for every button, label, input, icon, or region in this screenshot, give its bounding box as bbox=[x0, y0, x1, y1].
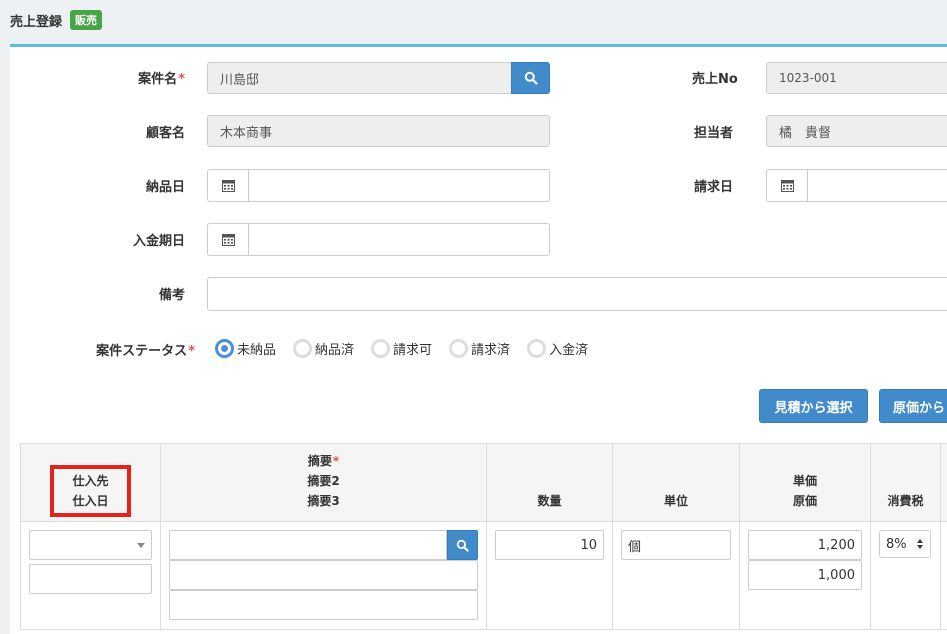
delivery-date-input[interactable] bbox=[248, 169, 550, 202]
radio-checked-icon bbox=[215, 339, 234, 358]
status-radio-delivered[interactable]: 納品済 bbox=[293, 339, 354, 358]
search-icon bbox=[456, 539, 469, 552]
billing-date-group bbox=[766, 169, 947, 202]
col-header-quantity: 数量 bbox=[486, 443, 613, 522]
radio-unchecked-icon bbox=[527, 339, 547, 358]
col-header-tax: 消費税 bbox=[870, 443, 941, 522]
status-radio-billable[interactable]: 請求可 bbox=[371, 339, 432, 358]
delivery-date-label: 納品日 bbox=[145, 180, 185, 195]
required-mark: * bbox=[332, 454, 340, 468]
sales-form-panel: 案件名* 川島邸 売上No 1023-001 顧客名 木本商事 担当者 橘 貴督… bbox=[10, 44, 947, 634]
header-purchase-date: 仕入日 bbox=[72, 494, 109, 508]
project-name-label: 案件名* bbox=[138, 72, 185, 87]
header-summary2: 摘要2 bbox=[307, 474, 340, 488]
chevron-down-icon bbox=[137, 542, 145, 548]
staff-label: 担当者 bbox=[694, 126, 734, 141]
col-header-summary: 摘要* 摘要2 摘要3 bbox=[160, 443, 487, 522]
sales-no-field: 1023-001 bbox=[766, 62, 947, 94]
customer-field[interactable]: 木本商事 bbox=[207, 115, 550, 147]
header-unit-price: 単価 bbox=[792, 474, 817, 488]
project-name-field[interactable]: 川島邸 bbox=[207, 62, 512, 94]
select-from-cost-button[interactable]: 原価から bbox=[879, 389, 947, 423]
payment-due-input[interactable] bbox=[248, 223, 550, 256]
price-cell: 1,200 1,000 bbox=[739, 521, 871, 630]
unit-input[interactable]: 個 bbox=[621, 530, 731, 560]
summary-search-button[interactable] bbox=[447, 530, 478, 560]
cost-price-input[interactable]: 1,000 bbox=[748, 560, 862, 590]
project-search-button[interactable] bbox=[511, 62, 550, 94]
col-header-price: 単価 原価 bbox=[739, 443, 871, 522]
status-radio-billed[interactable]: 請求済 bbox=[449, 339, 510, 358]
supplier-cell bbox=[20, 521, 161, 630]
search-icon bbox=[524, 71, 538, 85]
payment-due-label: 入金期日 bbox=[132, 234, 185, 249]
extra-cell bbox=[940, 521, 947, 630]
staff-field[interactable]: 橘 貴督 bbox=[766, 115, 947, 147]
summary-cell bbox=[160, 521, 487, 630]
detail-table: 仕入先 仕入日 摘要* 摘要2 摘要3 数量 単位 単価 原価 消費税 10 個… bbox=[20, 443, 947, 630]
billing-date-label: 請求日 bbox=[694, 180, 734, 195]
status-radio-undelivered[interactable]: 未納品 bbox=[215, 339, 276, 358]
header-summary3: 摘要3 bbox=[307, 494, 340, 508]
radio-unchecked-icon bbox=[371, 339, 391, 358]
summary-input[interactable] bbox=[169, 530, 447, 560]
unit-cell: 個 bbox=[612, 521, 740, 630]
tax-select[interactable]: 8% bbox=[879, 530, 931, 558]
summary2-input[interactable] bbox=[169, 560, 478, 590]
billing-date-input[interactable] bbox=[807, 169, 947, 202]
category-badge: 販売 bbox=[70, 10, 103, 30]
status-radio-paid[interactable]: 入金済 bbox=[527, 339, 588, 358]
col-header-extra bbox=[940, 443, 947, 522]
header-supplier: 仕入先 bbox=[72, 474, 109, 488]
sales-no-label: 売上No bbox=[692, 72, 738, 87]
header-summary: 摘要 bbox=[307, 454, 332, 468]
select-from-estimate-button[interactable]: 見積から選択 bbox=[759, 389, 868, 423]
col-header-unit: 単位 bbox=[612, 443, 740, 522]
table-row: 10 個 1,200 1,000 8% bbox=[20, 521, 947, 630]
payment-due-group bbox=[207, 223, 550, 256]
memo-input[interactable] bbox=[207, 277, 947, 311]
page-header: 売上登録 販売 bbox=[0, 0, 947, 40]
summary3-input[interactable] bbox=[169, 590, 478, 620]
status-label: 案件ステータス* bbox=[96, 344, 195, 359]
calendar-icon[interactable] bbox=[207, 223, 248, 256]
quantity-input[interactable]: 10 bbox=[495, 530, 604, 560]
page-title: 売上登録 bbox=[10, 14, 63, 30]
col-header-supplier: 仕入先 仕入日 bbox=[20, 443, 161, 522]
calendar-icon[interactable] bbox=[766, 169, 807, 202]
radio-unchecked-icon bbox=[293, 339, 313, 358]
purchase-date-input[interactable] bbox=[29, 564, 152, 594]
unit-price-input[interactable]: 1,200 bbox=[748, 530, 862, 560]
quantity-cell: 10 bbox=[486, 521, 613, 630]
calendar-icon[interactable] bbox=[207, 169, 248, 202]
customer-label: 顧客名 bbox=[145, 126, 185, 141]
memo-label: 備考 bbox=[158, 288, 185, 303]
tax-cell: 8% bbox=[870, 521, 941, 630]
highlight-box: 仕入先 仕入日 bbox=[50, 465, 131, 517]
sort-arrows-icon bbox=[917, 539, 923, 549]
supplier-select[interactable] bbox=[29, 530, 152, 560]
radio-unchecked-icon bbox=[449, 339, 469, 358]
delivery-date-group bbox=[207, 169, 550, 202]
status-radio-group: 未納品 納品済 請求可 請求済 入金済 bbox=[215, 339, 605, 358]
header-cost-price: 原価 bbox=[792, 494, 817, 508]
